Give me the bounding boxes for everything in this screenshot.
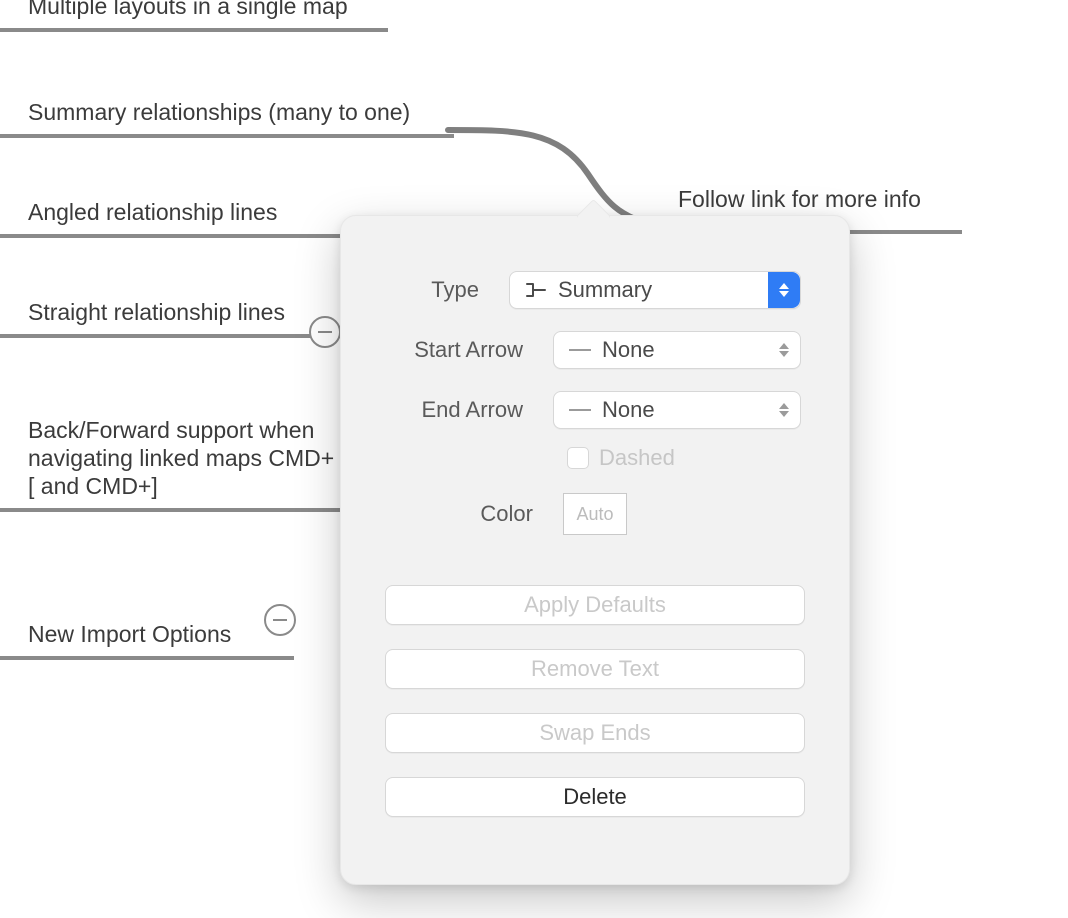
type-row: Type Summary — [381, 271, 801, 309]
outline-item-underline — [0, 28, 388, 32]
linked-note-label[interactable]: Follow link for more info — [678, 186, 921, 213]
color-swatch[interactable]: Auto — [563, 493, 627, 535]
start-arrow-row: Start Arrow None — [381, 331, 801, 369]
swap-ends-button[interactable]: Swap Ends — [385, 713, 805, 753]
outline-item[interactable]: Summary relationships (many to one) — [0, 98, 500, 146]
remove-text-button[interactable]: Remove Text — [385, 649, 805, 689]
outline-item-label: Summary relationships (many to one) — [28, 98, 500, 126]
checkbox-box-icon — [567, 447, 589, 469]
type-select-value: Summary — [558, 277, 652, 303]
apply-defaults-button[interactable]: Apply Defaults — [385, 585, 805, 625]
popover-buttons: Apply Defaults Remove Text Swap Ends Del… — [385, 585, 805, 817]
outline-item-underline — [0, 508, 340, 512]
stepper-icon — [768, 392, 800, 428]
end-arrow-label: End Arrow — [381, 397, 523, 423]
outline-item-label: Multiple layouts in a single map — [28, 0, 500, 20]
summary-icon — [522, 279, 550, 301]
line-icon — [566, 349, 594, 351]
start-arrow-select[interactable]: None — [553, 331, 801, 369]
color-label: Color — [381, 501, 533, 527]
color-swatch-value: Auto — [576, 504, 613, 525]
type-select[interactable]: Summary — [509, 271, 801, 309]
collapse-handle-icon[interactable] — [264, 604, 296, 636]
outline-item-label: Back/Forward support when navigating lin… — [28, 416, 338, 500]
outline-item-underline — [0, 234, 377, 238]
dashed-checkbox-label: Dashed — [599, 445, 675, 471]
collapse-handle-icon[interactable] — [309, 316, 341, 348]
end-arrow-select-value: None — [602, 397, 655, 423]
outline-item-underline — [0, 334, 340, 338]
start-arrow-label: Start Arrow — [381, 337, 523, 363]
stepper-icon — [768, 272, 800, 308]
relationship-popover: Type Summary Start Arrow None End Arrow … — [340, 215, 850, 885]
color-row: Color Auto — [381, 493, 801, 535]
start-arrow-select-value: None — [602, 337, 655, 363]
delete-button[interactable]: Delete — [385, 777, 805, 817]
line-icon — [566, 409, 594, 411]
dashed-checkbox[interactable]: Dashed — [567, 445, 849, 471]
type-label: Type — [381, 277, 479, 303]
end-arrow-row: End Arrow None — [381, 391, 801, 429]
outline-item[interactable]: Multiple layouts in a single map — [0, 0, 500, 40]
stepper-icon — [768, 332, 800, 368]
end-arrow-select[interactable]: None — [553, 391, 801, 429]
outline-item-underline — [0, 134, 454, 138]
outline-item-underline — [0, 656, 294, 660]
